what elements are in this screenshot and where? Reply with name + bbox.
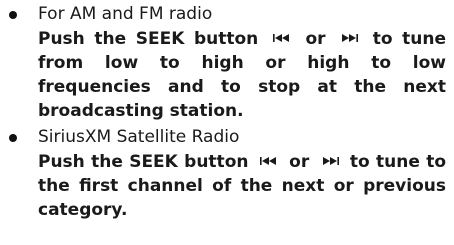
bullet-title: For AM and FM radio <box>38 4 213 24</box>
body-connector: or <box>305 29 326 49</box>
bullet-title: SiriusXM Satellite Radio <box>38 127 240 147</box>
bullet-item-siriusxm: SiriusXM Satellite Radio Push the SEEK b… <box>0 125 446 222</box>
bullet-dot <box>9 134 17 142</box>
seek-forward-icon-svg <box>342 34 359 42</box>
seek-forward-icon <box>339 26 359 50</box>
seek-back-icon <box>272 26 292 50</box>
seek-back-icon-svg <box>272 34 289 42</box>
bullet-body: Push the SEEK button or to tune from low… <box>38 27 446 123</box>
bullet-list: For AM and FM radio Push the SEEK button… <box>0 2 454 222</box>
seek-back-icon-svg <box>259 157 276 165</box>
bullet-item-am-fm: For AM and FM radio Push the SEEK button… <box>0 2 446 123</box>
bullet-body: Push the SEEK button or to tune to the f… <box>38 150 446 222</box>
seek-forward-icon <box>320 149 340 173</box>
seek-forward-icon-svg <box>322 157 339 165</box>
seek-back-icon <box>259 149 279 173</box>
body-text-before: Push the SEEK button <box>38 152 249 172</box>
bullet-dot <box>9 11 17 19</box>
body-text-before: Push the SEEK button <box>38 29 259 49</box>
body-connector: or <box>289 152 310 172</box>
